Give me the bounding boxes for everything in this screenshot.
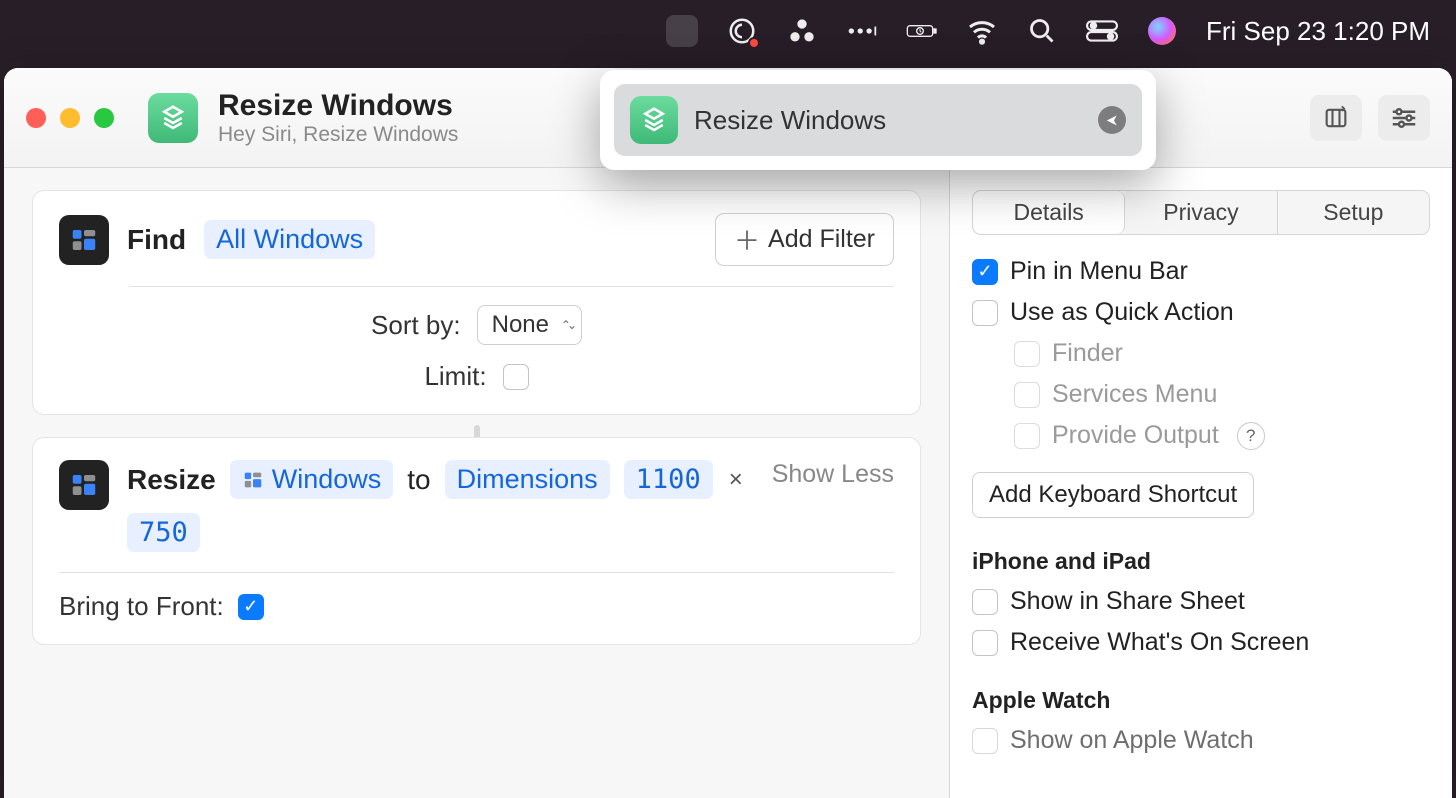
pinned-shortcut-row[interactable]: Resize Windows	[614, 84, 1142, 156]
shortcut-icon	[148, 93, 198, 143]
help-icon[interactable]: ?	[1237, 422, 1265, 450]
battery-icon[interactable]	[906, 15, 938, 47]
limit-checkbox[interactable]	[503, 364, 529, 390]
receive-onscreen-checkbox[interactable]	[972, 630, 998, 656]
inspector-panel: Details Privacy Setup ✓ Pin in Menu Bar …	[950, 168, 1452, 798]
mission-control-icon	[59, 460, 109, 510]
tab-setup[interactable]: Setup	[1278, 191, 1429, 234]
dimension-separator: ×	[727, 466, 745, 494]
plus-icon: ＋	[734, 221, 760, 258]
width-token[interactable]: 1100	[624, 460, 713, 499]
iphone-ipad-header: iPhone and iPad	[972, 548, 1430, 575]
spotlight-icon[interactable]	[1026, 15, 1058, 47]
to-label: to	[407, 464, 430, 496]
find-target-token[interactable]: All Windows	[204, 220, 375, 259]
resize-window-action[interactable]: Resize Windows to Dimensions 1100 × 750 …	[32, 437, 921, 645]
sort-by-select[interactable]: None	[477, 305, 582, 345]
add-keyboard-shortcut-button[interactable]: Add Keyboard Shortcut	[972, 472, 1254, 518]
provide-output-label: Provide Output	[1052, 421, 1219, 450]
share-sheet-label: Show in Share Sheet	[1010, 587, 1245, 616]
pinned-shortcut-title: Resize Windows	[694, 105, 1082, 136]
tab-details[interactable]: Details	[973, 191, 1125, 234]
sort-by-label: Sort by:	[371, 310, 461, 341]
zoom-button[interactable]	[94, 108, 114, 128]
pin-menubar-label: Pin in Menu Bar	[1010, 257, 1188, 286]
minimize-button[interactable]	[60, 108, 80, 128]
quick-action-label: Use as Quick Action	[1010, 298, 1234, 327]
resize-mode-token[interactable]: Dimensions	[445, 460, 610, 499]
library-button[interactable]	[1310, 95, 1362, 141]
inspector-tabs: Details Privacy Setup	[972, 190, 1430, 235]
share-sheet-checkbox[interactable]	[972, 589, 998, 615]
find-windows-action[interactable]: Find All Windows ＋ Add Filter Sort by: N…	[32, 190, 921, 415]
run-shortcut-icon[interactable]	[1098, 106, 1126, 134]
system-menubar: Fri Sep 23 1:20 PM	[0, 0, 1456, 62]
window-title: Resize Windows	[218, 89, 458, 123]
pin-menubar-checkbox[interactable]: ✓	[972, 259, 998, 285]
bring-front-label: Bring to Front:	[59, 591, 224, 622]
do-not-disturb-icon[interactable]	[726, 15, 758, 47]
apple-watch-label: Show on Apple Watch	[1010, 726, 1254, 755]
services-checkbox	[1014, 382, 1040, 408]
provide-output-checkbox	[1014, 423, 1040, 449]
workflow-canvas[interactable]: Find All Windows ＋ Add Filter Sort by: N…	[4, 168, 950, 798]
window-subtitle: Hey Siri, Resize Windows	[218, 123, 458, 147]
resize-verb: Resize	[127, 464, 216, 496]
menu-app-icon[interactable]	[786, 15, 818, 47]
settings-button[interactable]	[1378, 95, 1430, 141]
limit-label: Limit:	[424, 361, 486, 392]
quick-action-checkbox[interactable]	[972, 300, 998, 326]
services-label: Services Menu	[1052, 380, 1217, 409]
mission-control-icon	[59, 215, 109, 265]
finder-checkbox	[1014, 341, 1040, 367]
apple-watch-header: Apple Watch	[972, 687, 1430, 714]
find-verb: Find	[127, 224, 186, 256]
show-less-button[interactable]: Show Less	[772, 460, 894, 489]
add-filter-button[interactable]: ＋ Add Filter	[715, 213, 894, 266]
shortcuts-window: Resize Windows Hey Siri, Resize Windows …	[4, 68, 1452, 798]
receive-onscreen-label: Receive What's On Screen	[1010, 628, 1309, 657]
close-button[interactable]	[26, 108, 46, 128]
control-center-icon[interactable]	[1086, 15, 1118, 47]
wifi-icon[interactable]	[966, 15, 998, 47]
shortcut-icon	[630, 96, 678, 144]
apple-watch-checkbox[interactable]	[972, 728, 998, 754]
resize-input-token[interactable]: Windows	[230, 460, 394, 499]
tab-privacy[interactable]: Privacy	[1125, 191, 1277, 234]
menubar-shortcuts-popup: Resize Windows	[600, 70, 1156, 170]
menubar-datetime[interactable]: Fri Sep 23 1:20 PM	[1206, 16, 1430, 47]
shortcuts-menubar-icon[interactable]	[666, 15, 698, 47]
menu-extra-icon[interactable]	[846, 15, 878, 47]
window-controls	[26, 108, 114, 128]
finder-label: Finder	[1052, 339, 1123, 368]
bring-front-checkbox[interactable]: ✓	[238, 594, 264, 620]
siri-icon[interactable]	[1146, 15, 1178, 47]
height-token[interactable]: 750	[127, 513, 200, 552]
